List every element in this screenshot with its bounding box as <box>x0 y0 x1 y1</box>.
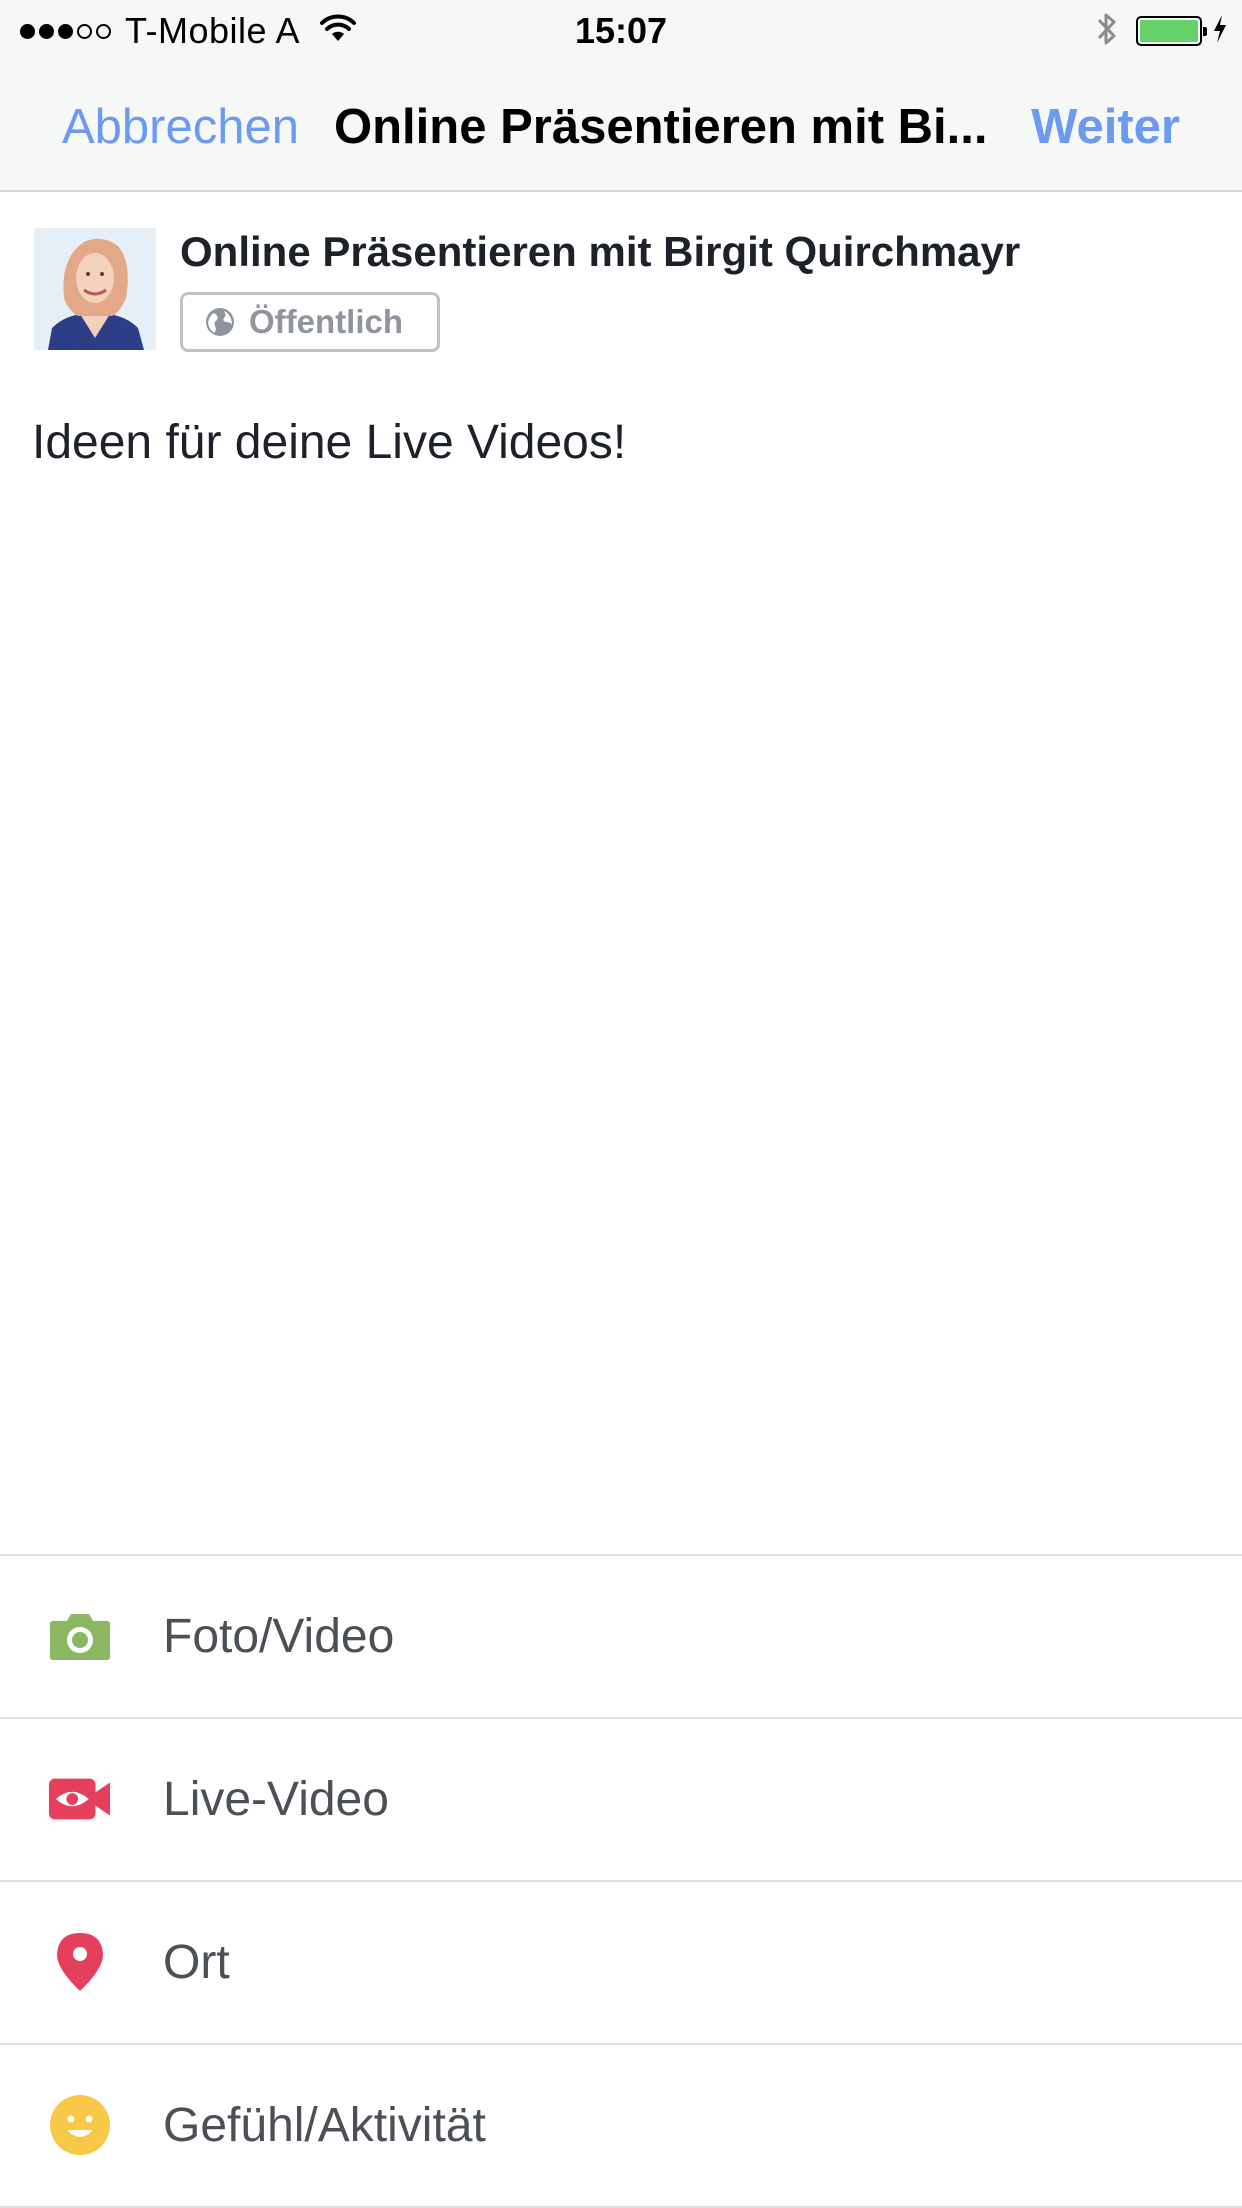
action-label: Live-Video <box>163 1773 389 1826</box>
smiley-icon <box>48 2093 112 2157</box>
status-time: 15:07 <box>574 10 668 51</box>
avatar[interactable] <box>34 228 156 350</box>
action-location[interactable]: Ort <box>0 1882 1242 2045</box>
bluetooth-icon <box>1096 10 1118 53</box>
cancel-button[interactable]: Abbrechen <box>62 62 299 192</box>
charging-icon <box>1212 14 1228 49</box>
page-title: Online Präsentieren mit Bi... <box>334 100 988 154</box>
status-bar: T-Mobile A 15:07 <box>0 0 1242 62</box>
status-right <box>1096 8 1228 54</box>
action-label: Ort <box>163 1936 230 1989</box>
author-name: Online Präsentieren mit Birgit Quirchmay… <box>180 228 1021 275</box>
post-text-input[interactable]: Ideen für deine Live Videos! <box>32 412 626 474</box>
action-live-video[interactable]: Live-Video <box>0 1719 1242 1882</box>
location-pin-icon <box>48 1930 112 1994</box>
action-feeling-activity[interactable]: Gefühl/Aktivität <box>0 2045 1242 2208</box>
privacy-selector-button[interactable]: Öffentlich <box>180 292 440 352</box>
next-button[interactable]: Weiter <box>1031 62 1180 192</box>
action-label: Foto/Video <box>163 1610 395 1663</box>
video-camera-icon <box>48 1767 112 1831</box>
camera-icon <box>48 1604 112 1668</box>
action-label: Gefühl/Aktivität <box>163 2099 486 2152</box>
battery-tip <box>1203 27 1207 36</box>
battery-icon <box>1136 16 1207 46</box>
privacy-label: Öffentlich <box>249 303 403 340</box>
action-photo-video[interactable]: Foto/Video <box>0 1556 1242 1719</box>
composer-actions-list: Foto/Video Live-Video Ort Gefühl/Aktivit… <box>0 1554 1242 2208</box>
composer-screen: T-Mobile A 15:07 Abbrechen Online Präsen… <box>0 0 1242 2208</box>
nav-bar: Abbrechen Online Präsentieren mit Bi... … <box>0 62 1242 192</box>
globe-icon <box>205 307 235 337</box>
battery-fill <box>1140 20 1198 42</box>
